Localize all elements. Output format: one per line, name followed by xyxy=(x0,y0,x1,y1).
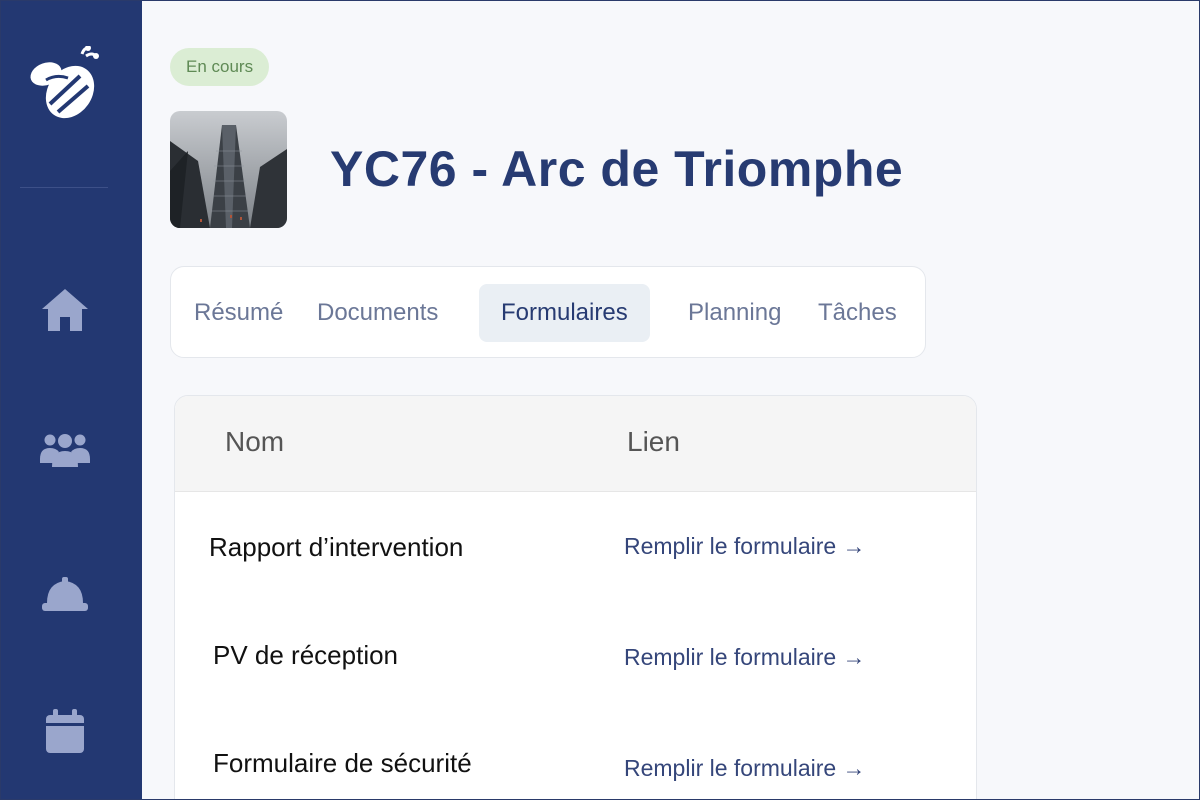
table-header: Nom Lien xyxy=(175,396,976,492)
status-badge: En cours xyxy=(170,48,270,86)
hard-hat-icon[interactable] xyxy=(36,563,94,621)
sidebar xyxy=(0,0,142,800)
form-name: PV de réception xyxy=(213,640,399,670)
tab-bar: Résumé Documents Formulaires Planning Tâ… xyxy=(170,266,926,358)
tab-planning[interactable]: Planning xyxy=(688,284,781,342)
tab-resume[interactable]: Résumé xyxy=(194,284,283,342)
form-name: Formulaire de sécurité xyxy=(213,748,472,778)
fill-form-link[interactable]: Remplir le formulaire → xyxy=(624,755,866,782)
bee-logo-icon[interactable] xyxy=(24,45,104,126)
home-icon[interactable] xyxy=(36,281,94,339)
form-name: Rapport d’intervention xyxy=(209,532,464,562)
fill-form-link[interactable]: Remplir le formulaire → xyxy=(624,644,866,671)
column-header-lien: Lien xyxy=(627,426,680,457)
sidebar-divider xyxy=(20,187,108,188)
page-title: YC76 - Arc de Triomphe xyxy=(330,141,904,197)
users-icon[interactable] xyxy=(36,421,94,479)
tab-formulaires[interactable]: Formulaires xyxy=(479,284,650,342)
forms-table: Nom Lien Rapport d’intervention Remplir … xyxy=(174,395,977,800)
tab-taches[interactable]: Tâches xyxy=(818,284,897,342)
main-content: En cours YC76 - Arc de Triomphe Résumé D… xyxy=(142,0,1200,800)
tab-documents[interactable]: Documents xyxy=(317,284,438,342)
fill-form-link[interactable]: Remplir le formulaire → xyxy=(624,533,866,560)
calendar-icon[interactable] xyxy=(36,703,94,761)
column-header-nom: Nom xyxy=(225,426,285,457)
project-image xyxy=(170,111,287,228)
